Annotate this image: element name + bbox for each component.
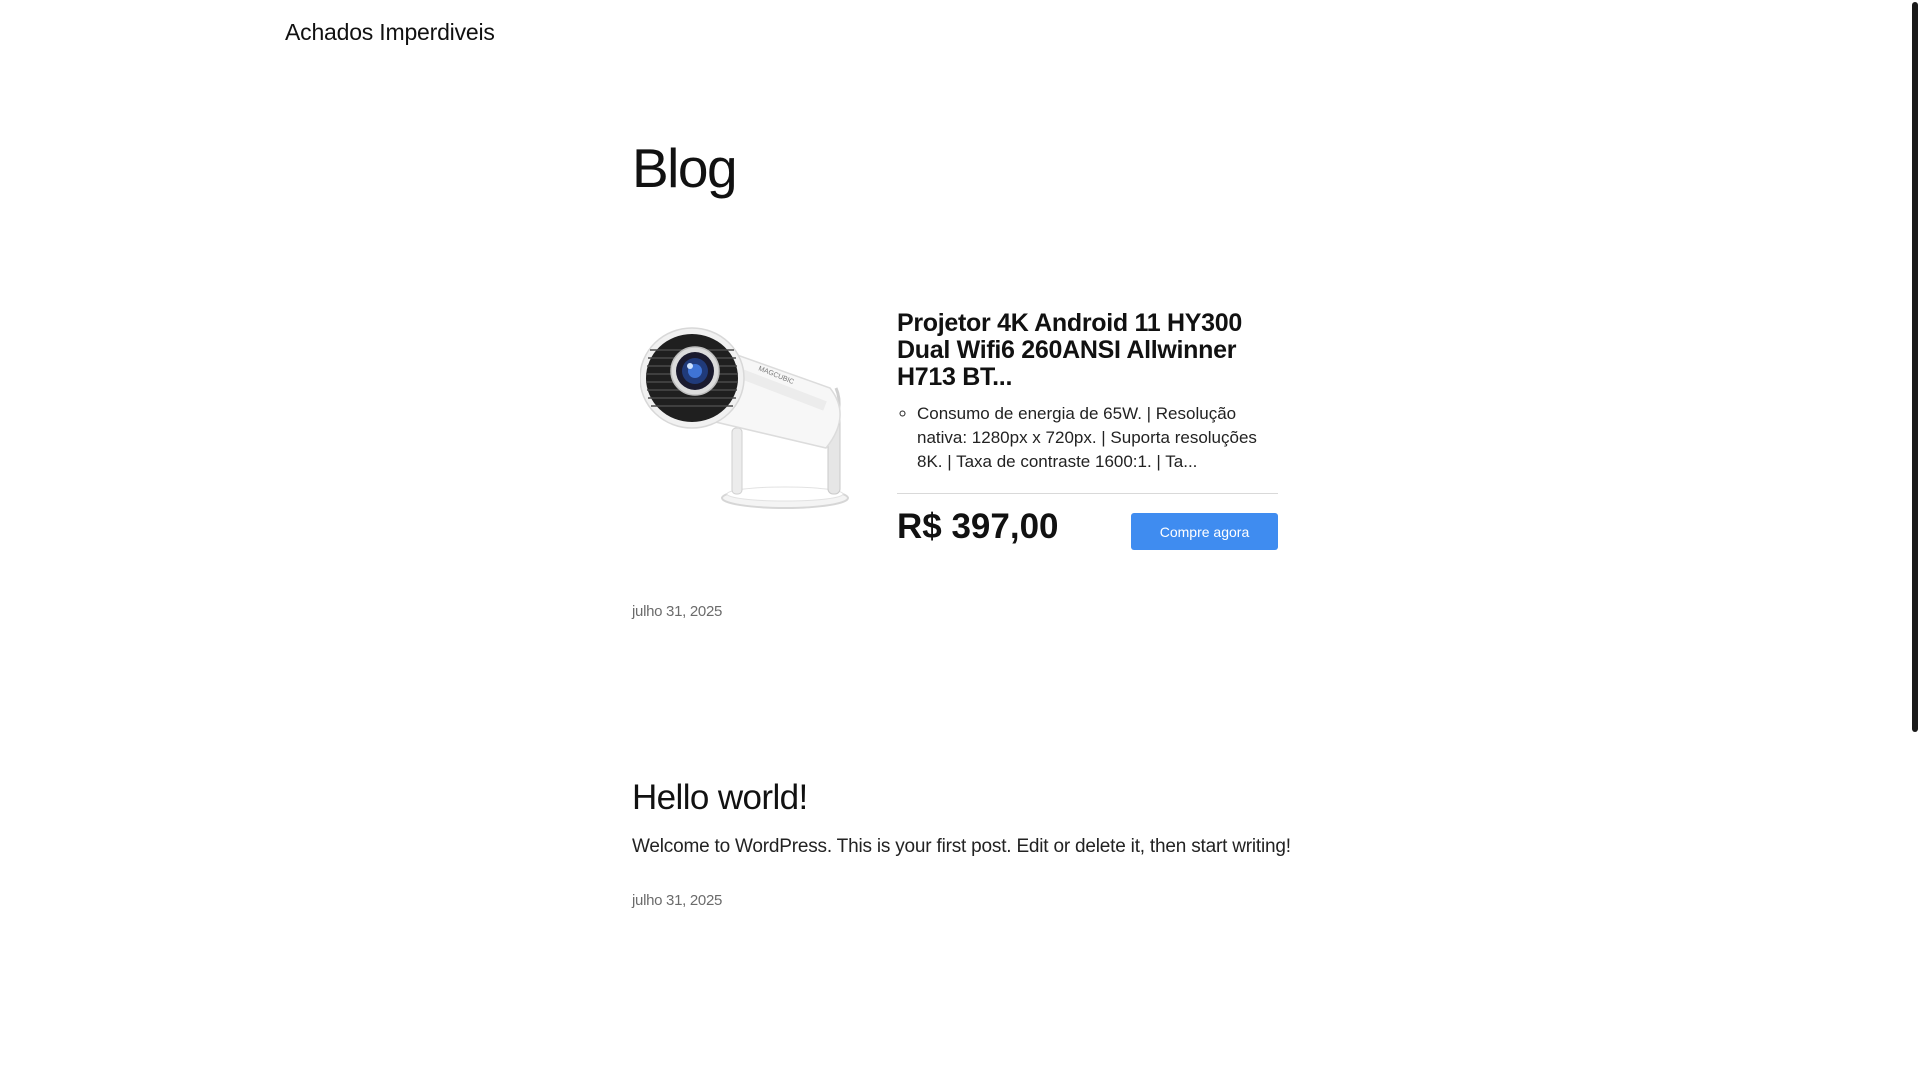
product-divider <box>897 493 1278 494</box>
page-title: Blog <box>632 137 738 199</box>
product-post-date: julho 31, 2025 <box>632 603 723 620</box>
product-description-list: Consumo de energia de 65W. | Resolução n… <box>897 402 1278 474</box>
product-card: MAGCUBIC Projetor 4K Android 11 HY300 Du… <box>632 280 1278 570</box>
post-date: julho 31, 2025 <box>632 892 723 909</box>
product-image[interactable]: MAGCUBIC <box>640 288 870 518</box>
site-title-link[interactable]: Achados Imperdiveis <box>285 19 495 46</box>
product-description: Consumo de energia de 65W. | Resolução n… <box>917 402 1278 474</box>
scrollbar[interactable] <box>1910 0 1920 1080</box>
scrollbar-thumb[interactable] <box>1912 2 1918 732</box>
product-title[interactable]: Projetor 4K Android 11 HY300 Dual Wifi6 … <box>897 310 1267 391</box>
product-price: R$ 397,00 <box>897 507 1059 546</box>
page: Achados Imperdiveis Blog MAGCUBIC Projet… <box>0 0 1920 1080</box>
buy-now-button[interactable]: Compre agora <box>1131 513 1278 550</box>
post-title-link[interactable]: Hello world! <box>632 778 808 818</box>
post-excerpt: Welcome to WordPress. This is your first… <box>632 836 1291 857</box>
